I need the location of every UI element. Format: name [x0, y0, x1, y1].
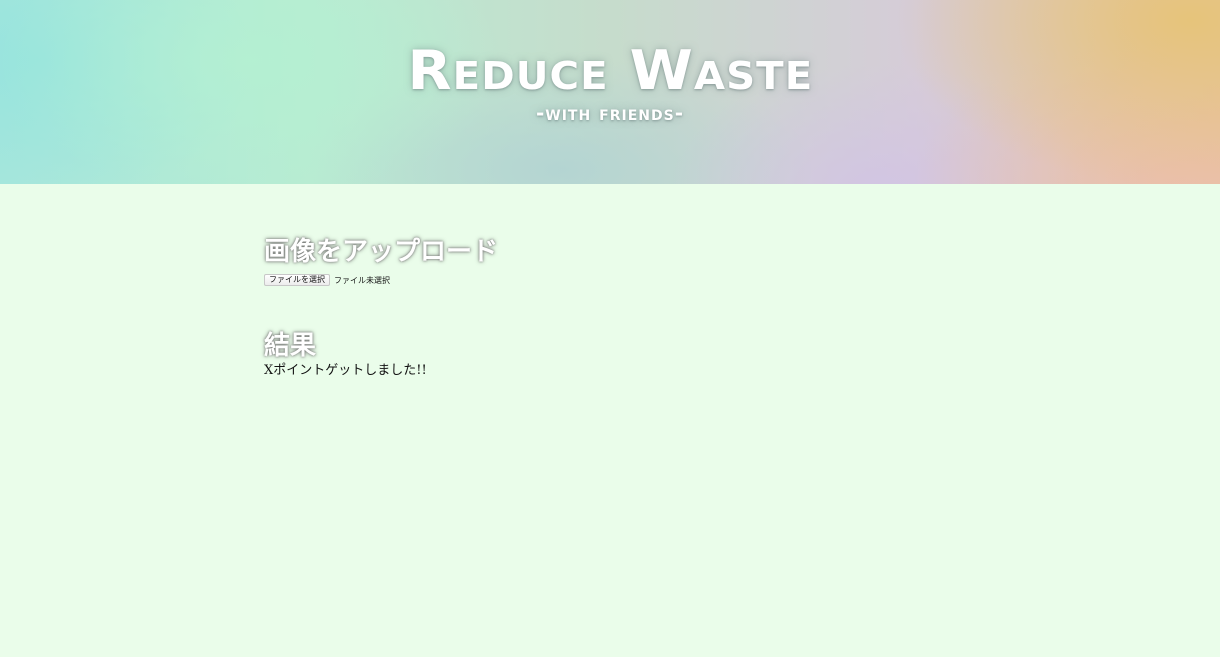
file-input[interactable]: ファイルを選択 ファイル未選択 [264, 273, 964, 287]
site-title: Reduce Waste [407, 39, 813, 102]
upload-section: 画像をアップロード ファイルを選択 ファイル未選択 [264, 236, 964, 287]
site-logo: Reduce Waste -with friends- [0, 32, 1220, 126]
file-status-text: ファイル未選択 [334, 275, 390, 285]
choose-file-button[interactable]: ファイルを選択 [264, 274, 330, 286]
result-section: 結果 Xポイントゲットしました!! [264, 330, 964, 380]
result-message: Xポイントゲットしました!! [264, 363, 427, 378]
header-banner: Reduce Waste -with friends- [0, 0, 1220, 184]
main-content: 画像をアップロード ファイルを選択 ファイル未選択 結果 Xポイントゲットしまし… [264, 236, 964, 380]
result-heading: 結果 [264, 331, 317, 361]
upload-heading: 画像をアップロード [264, 237, 499, 267]
